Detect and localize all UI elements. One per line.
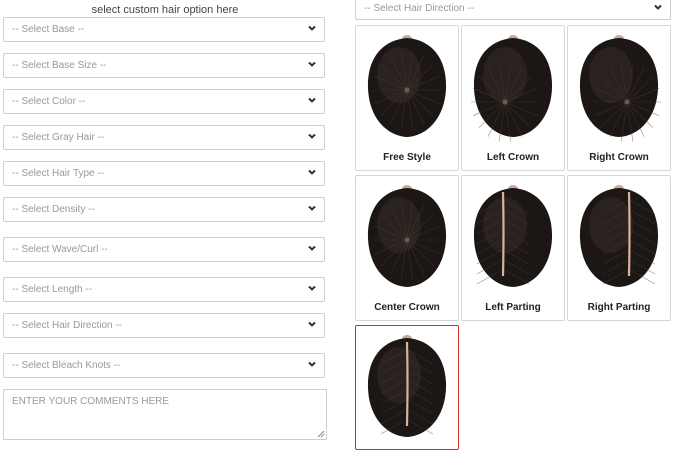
chevron-down-icon — [308, 61, 316, 67]
hair-direction-select[interactable]: -- Select Hair Direction -- — [3, 313, 325, 338]
chevron-down-icon — [308, 97, 316, 103]
hair-sample-left-parting — [473, 185, 553, 287]
select-value: -- Select Hair Type -- — [12, 168, 105, 179]
select-value: -- Select Color -- — [12, 96, 86, 107]
length-select[interactable]: -- Select Length -- — [3, 277, 325, 302]
select-value: -- Select Gray Hair -- — [12, 132, 105, 143]
color-select[interactable]: -- Select Color -- — [3, 89, 325, 114]
hair-direction-dropdown[interactable]: -- Select Hair Direction -- — [355, 0, 671, 20]
direction-option-right-parting[interactable]: Right Parting — [567, 175, 671, 321]
hair-sample-center-crown — [367, 185, 447, 287]
chevron-down-icon — [308, 361, 316, 367]
hair-crown — [502, 99, 508, 105]
chevron-down-icon — [308, 25, 316, 31]
select-value: -- Select Density -- — [12, 204, 95, 215]
form-heading: select custom hair option here — [91, 4, 239, 16]
chevron-down-icon — [308, 205, 316, 211]
option-label: Center Crown — [374, 302, 440, 313]
chevron-down-icon — [654, 4, 662, 10]
direction-option-center-crown[interactable]: Center Crown — [355, 175, 459, 321]
hair-parting — [627, 191, 631, 277]
direction-option-right-crown[interactable]: Right Crown — [567, 25, 671, 171]
chevron-down-icon — [308, 321, 316, 327]
direction-option-left-parting[interactable]: Left Parting — [461, 175, 565, 321]
chevron-down-icon — [308, 285, 316, 291]
hair-sample-right-crown — [579, 35, 661, 142]
hair-sample-free-style — [367, 35, 447, 137]
gray-hair-select[interactable]: -- Select Gray Hair -- — [3, 125, 325, 150]
option-label: Free Style — [383, 152, 431, 163]
base-size-select[interactable]: -- Select Base Size -- — [3, 53, 325, 78]
wave-curl-select[interactable]: -- Select Wave/Curl -- — [3, 237, 325, 262]
option-label: Left Parting — [485, 302, 541, 313]
select-value: -- Select Base Size -- — [12, 60, 107, 71]
chevron-down-icon — [308, 245, 316, 251]
resize-grip-icon[interactable] — [317, 430, 325, 438]
hair-type-select[interactable]: -- Select Hair Type -- — [3, 161, 325, 186]
select-value: -- Select Base -- — [12, 24, 85, 35]
select-value: -- Select Length -- — [12, 284, 93, 295]
hair-sample-right-parting — [579, 185, 659, 287]
option-label: Right Parting — [587, 302, 651, 313]
direction-option-left-crown[interactable]: Left Crown — [461, 25, 565, 171]
hair-parting — [501, 191, 505, 277]
comments-placeholder: ENTER YOUR COMMENTS HERE — [12, 396, 170, 407]
option-label: Right Crown — [589, 152, 649, 163]
hair-crown — [404, 237, 410, 243]
hair-crown — [404, 87, 410, 93]
chevron-down-icon — [308, 133, 316, 139]
select-value: -- Select Hair Direction -- — [364, 3, 475, 14]
select-value: -- Select Hair Direction -- — [12, 320, 123, 331]
hair-sample-left-crown — [471, 35, 553, 142]
select-value: -- Select Wave/Curl -- — [12, 244, 108, 255]
bleach-knots-select[interactable]: -- Select Bleach Knots -- — [3, 353, 325, 378]
select-value: -- Select Bleach Knots -- — [12, 360, 121, 371]
chevron-down-icon — [308, 169, 316, 175]
direction-option-center-parting[interactable] — [355, 325, 459, 450]
option-label: Left Crown — [486, 152, 540, 163]
density-select[interactable]: -- Select Density -- — [3, 197, 325, 222]
direction-option-free-style[interactable]: Free Style — [355, 25, 459, 171]
hair-parting — [405, 341, 409, 427]
comments-textarea[interactable]: ENTER YOUR COMMENTS HERE — [3, 389, 327, 440]
hair-sample-center-parting — [367, 335, 447, 437]
base-select[interactable]: -- Select Base -- — [3, 17, 325, 42]
hair-crown — [624, 99, 630, 105]
